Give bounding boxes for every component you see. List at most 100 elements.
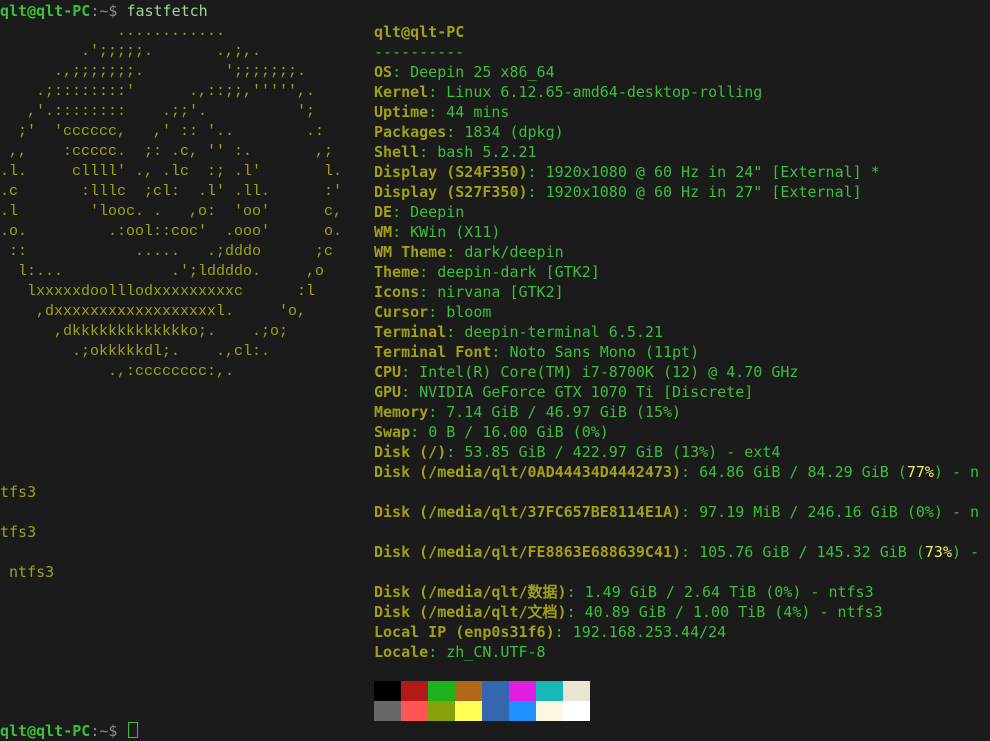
info-value: 7.14 GiB / 46.97 GiB (15%)	[446, 403, 682, 421]
info-key: Disk (/media/qlt/文档)	[374, 603, 567, 621]
info-colon: :	[527, 163, 546, 181]
color-swatch	[374, 701, 401, 721]
color-swatch	[482, 701, 509, 721]
info-row: Display (S27F350): 1920x1080 @ 60 Hz in …	[374, 182, 990, 202]
info-key: Shell	[374, 143, 420, 161]
terminal-window[interactable]: qlt@qlt-PC:~$ fastfetch ............ .';…	[0, 0, 990, 740]
prompt-separator: :~$	[90, 722, 127, 740]
logo-line: ,dxxxxxxxxxxxxxxxxxxl. 'o,	[0, 303, 307, 320]
info-colon: :	[566, 583, 585, 601]
info-value: deepin-dark [GTK2]	[437, 263, 600, 281]
info-row: Shell: bash 5.2.21	[374, 142, 990, 162]
info-value: Intel(R) Core(TM) i7-8700K (12) @ 4.70 G…	[419, 363, 799, 381]
info-row: CPU: Intel(R) Core(TM) i7-8700K (12) @ 4…	[374, 362, 990, 382]
info-colon: :	[392, 203, 411, 221]
info-colon: :	[428, 403, 447, 421]
logo-line: :: ..... .;dddo ;c	[0, 243, 334, 260]
info-key: Local IP (enp0s31f6)	[374, 623, 555, 641]
info-colon: :	[491, 343, 510, 361]
system-info: qlt@qlt-PC ---------- OS: Deepin 25 x86_…	[374, 22, 990, 662]
info-colon: :	[527, 183, 546, 201]
info-row: Packages: 1834 (dpkg)	[374, 122, 990, 142]
info-value: 0 B / 16.00 GiB (0%)	[428, 423, 609, 441]
info-key: CPU	[374, 363, 402, 381]
logo-line: .,;;;;;;;. ';;;;;;;.	[0, 63, 307, 80]
info-row: Locale: zh_CN.UTF-8	[374, 642, 990, 662]
info-colon: :	[401, 383, 420, 401]
usage-highlight: 73%	[924, 543, 952, 561]
info-value: Deepin	[410, 203, 465, 221]
color-swatch	[428, 681, 455, 701]
info-value: dark/deepin	[464, 243, 564, 261]
info-row: DE: Deepin	[374, 202, 990, 222]
info-colon: :	[681, 463, 700, 481]
info-row: Terminal: deepin-terminal 6.5.21	[374, 322, 990, 342]
header-host: qlt-PC	[410, 23, 465, 41]
logo-line: ,dkkkkkkkkkkkkko;. .;o;	[0, 323, 289, 340]
color-swatch	[536, 701, 563, 721]
color-swatch	[482, 681, 509, 701]
color-swatch	[563, 681, 590, 701]
info-row: Memory: 7.14 GiB / 46.97 GiB (15%)	[374, 402, 990, 422]
info-key: DE	[374, 203, 393, 221]
color-palette	[374, 681, 590, 721]
info-row: WM: KWin (X11)	[374, 222, 990, 242]
info-key: WM	[374, 223, 393, 241]
prompt-separator: :~$	[90, 2, 127, 20]
color-swatch	[509, 681, 536, 701]
info-value: nirvana [GTK2]	[437, 283, 564, 301]
info-row: GPU: NVIDIA GeForce GTX 1070 Ti [Discret…	[374, 382, 990, 402]
logo-line: .;::::::::' .,::;;,''''',.	[0, 83, 316, 100]
info-row: OS: Deepin 25 x86_64	[374, 62, 990, 82]
info-colon: :	[446, 323, 465, 341]
info-key: Terminal	[374, 323, 447, 341]
info-colon: :	[419, 283, 438, 301]
color-swatch	[401, 681, 428, 701]
color-swatch	[374, 681, 401, 701]
info-colon: :	[681, 543, 700, 561]
info-value: Noto Sans Mono (11pt)	[509, 343, 700, 361]
info-key: Swap	[374, 423, 411, 441]
text-cursor[interactable]	[128, 722, 139, 738]
info-value: 40.89 GiB / 1.00 TiB (4%) - ntfs3	[584, 603, 883, 621]
info-colon: :	[401, 363, 420, 381]
info-row: Cursor: bloom	[374, 302, 990, 322]
logo-line: .;okkkkkdl;. .,cl:.	[0, 343, 271, 360]
info-row: Local IP (enp0s31f6): 192.168.253.44/24	[374, 622, 990, 642]
info-key: Disk (/media/qlt/0AD44434D4442473)	[374, 463, 682, 481]
logo-line: ............	[0, 23, 226, 40]
info-row: Disk (/media/qlt/数据): 1.49 GiB / 2.64 Ti…	[374, 582, 990, 602]
info-value: 64.86 GiB / 84.29 GiB (	[699, 463, 907, 481]
info-key: Disk (/)	[374, 443, 447, 461]
info-colon: :	[446, 443, 465, 461]
info-key: WM Theme	[374, 243, 447, 261]
info-colon: :	[392, 63, 411, 81]
info-row: Terminal Font: Noto Sans Mono (11pt)	[374, 342, 990, 362]
info-row: Swap: 0 B / 16.00 GiB (0%)	[374, 422, 990, 442]
info-colon: :	[428, 103, 447, 121]
info-colon: :	[410, 423, 429, 441]
info-colon: :	[428, 643, 447, 661]
info-key: Disk (/media/qlt/FE8863E688639C41)	[374, 543, 682, 561]
info-value: Deepin 25 x86_64	[410, 63, 555, 81]
info-key: Display (S24F350)	[374, 163, 528, 181]
info-row: Kernel: Linux 6.12.65-amd64-desktop-roll…	[374, 82, 990, 102]
info-key: Locale	[374, 643, 429, 661]
color-swatch	[563, 701, 590, 721]
info-key: Memory	[374, 403, 429, 421]
user-host-header: qlt@qlt-PC	[374, 22, 990, 42]
info-value: 97.19 MiB / 246.16 GiB (0%) - n	[699, 503, 980, 521]
info-value: deepin-terminal 6.5.21	[464, 323, 663, 341]
info-value: 192.168.253.44/24	[572, 623, 727, 641]
prompt-user: qlt@qlt-PC	[0, 722, 91, 740]
info-value: NVIDIA GeForce GTX 1070 Ti [Discrete]	[419, 383, 754, 401]
logo-line: ,, :ccccc. ;: .c, '' :. ,;	[0, 143, 334, 160]
info-key: GPU	[374, 383, 402, 401]
logo-line: .c :lllc ;cl: .l' .ll. :'	[0, 183, 343, 200]
prompt-command: fastfetch	[126, 2, 208, 20]
info-colon: :	[428, 303, 447, 321]
info-colon: :	[554, 623, 573, 641]
info-value: 1.49 GiB / 2.64 TiB (0%) - ntfs3	[584, 583, 874, 601]
